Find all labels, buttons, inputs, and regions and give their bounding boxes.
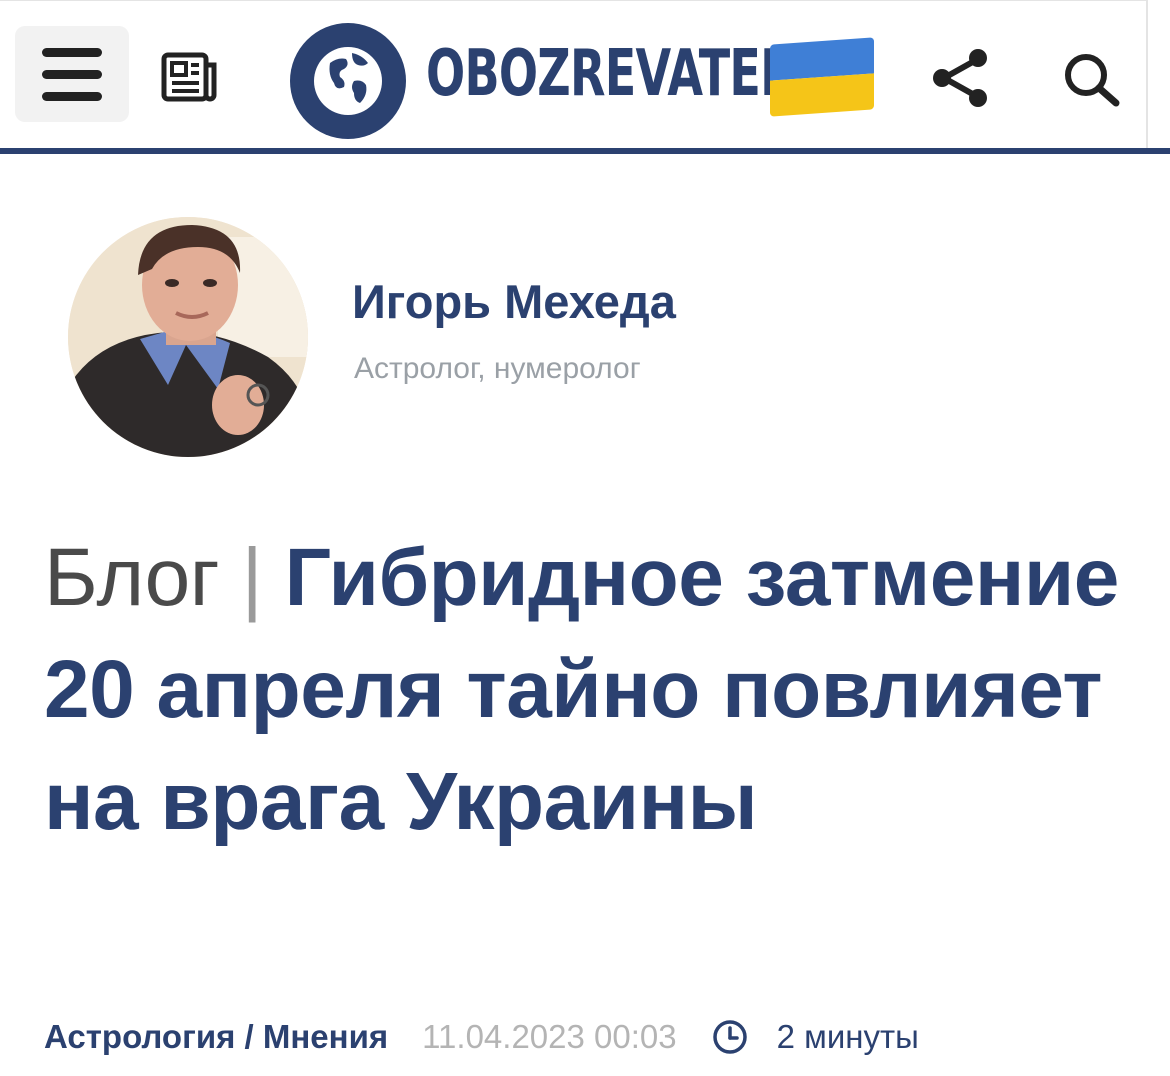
newspaper-icon: [161, 52, 217, 102]
publish-date: 11.04.2023 00:03: [422, 1018, 677, 1055]
hamburger-icon: [42, 48, 102, 57]
category-links[interactable]: Астрология / Мнения: [44, 1018, 388, 1056]
article-title: Блог | Гибридное затмение 20 апреля тайн…: [44, 522, 1154, 858]
author-avatar[interactable]: [68, 217, 308, 457]
read-time: 2 минуты: [776, 1018, 919, 1055]
site-logo[interactable]: OBOZREVATEL: [290, 23, 875, 139]
search-icon: [1065, 54, 1120, 107]
share-icon: [933, 49, 987, 107]
author-role: Астролог, нумеролог: [354, 352, 641, 385]
author-name[interactable]: Игорь Мехеда: [352, 274, 676, 329]
clock-icon: [712, 1020, 747, 1054]
menu-button[interactable]: [15, 26, 129, 122]
share-button[interactable]: [928, 45, 994, 111]
globe-icon: [290, 23, 406, 139]
ukraine-flag-icon: [770, 37, 874, 117]
site-header: OBOZREVATEL: [0, 0, 1148, 149]
header-divider: [0, 148, 1170, 154]
hamburger-icon-bar: [42, 92, 102, 101]
blog-label: Блог: [44, 532, 220, 623]
article-meta: Астрология / Мнения 11.04.2023 00:03 2 м…: [44, 1014, 919, 1060]
logo-text: OBOZREVATEL: [426, 37, 790, 111]
newspaper-button[interactable]: [160, 51, 220, 103]
hamburger-icon-bar: [42, 70, 102, 79]
title-separator: |: [241, 532, 263, 623]
search-button[interactable]: [1060, 49, 1122, 111]
